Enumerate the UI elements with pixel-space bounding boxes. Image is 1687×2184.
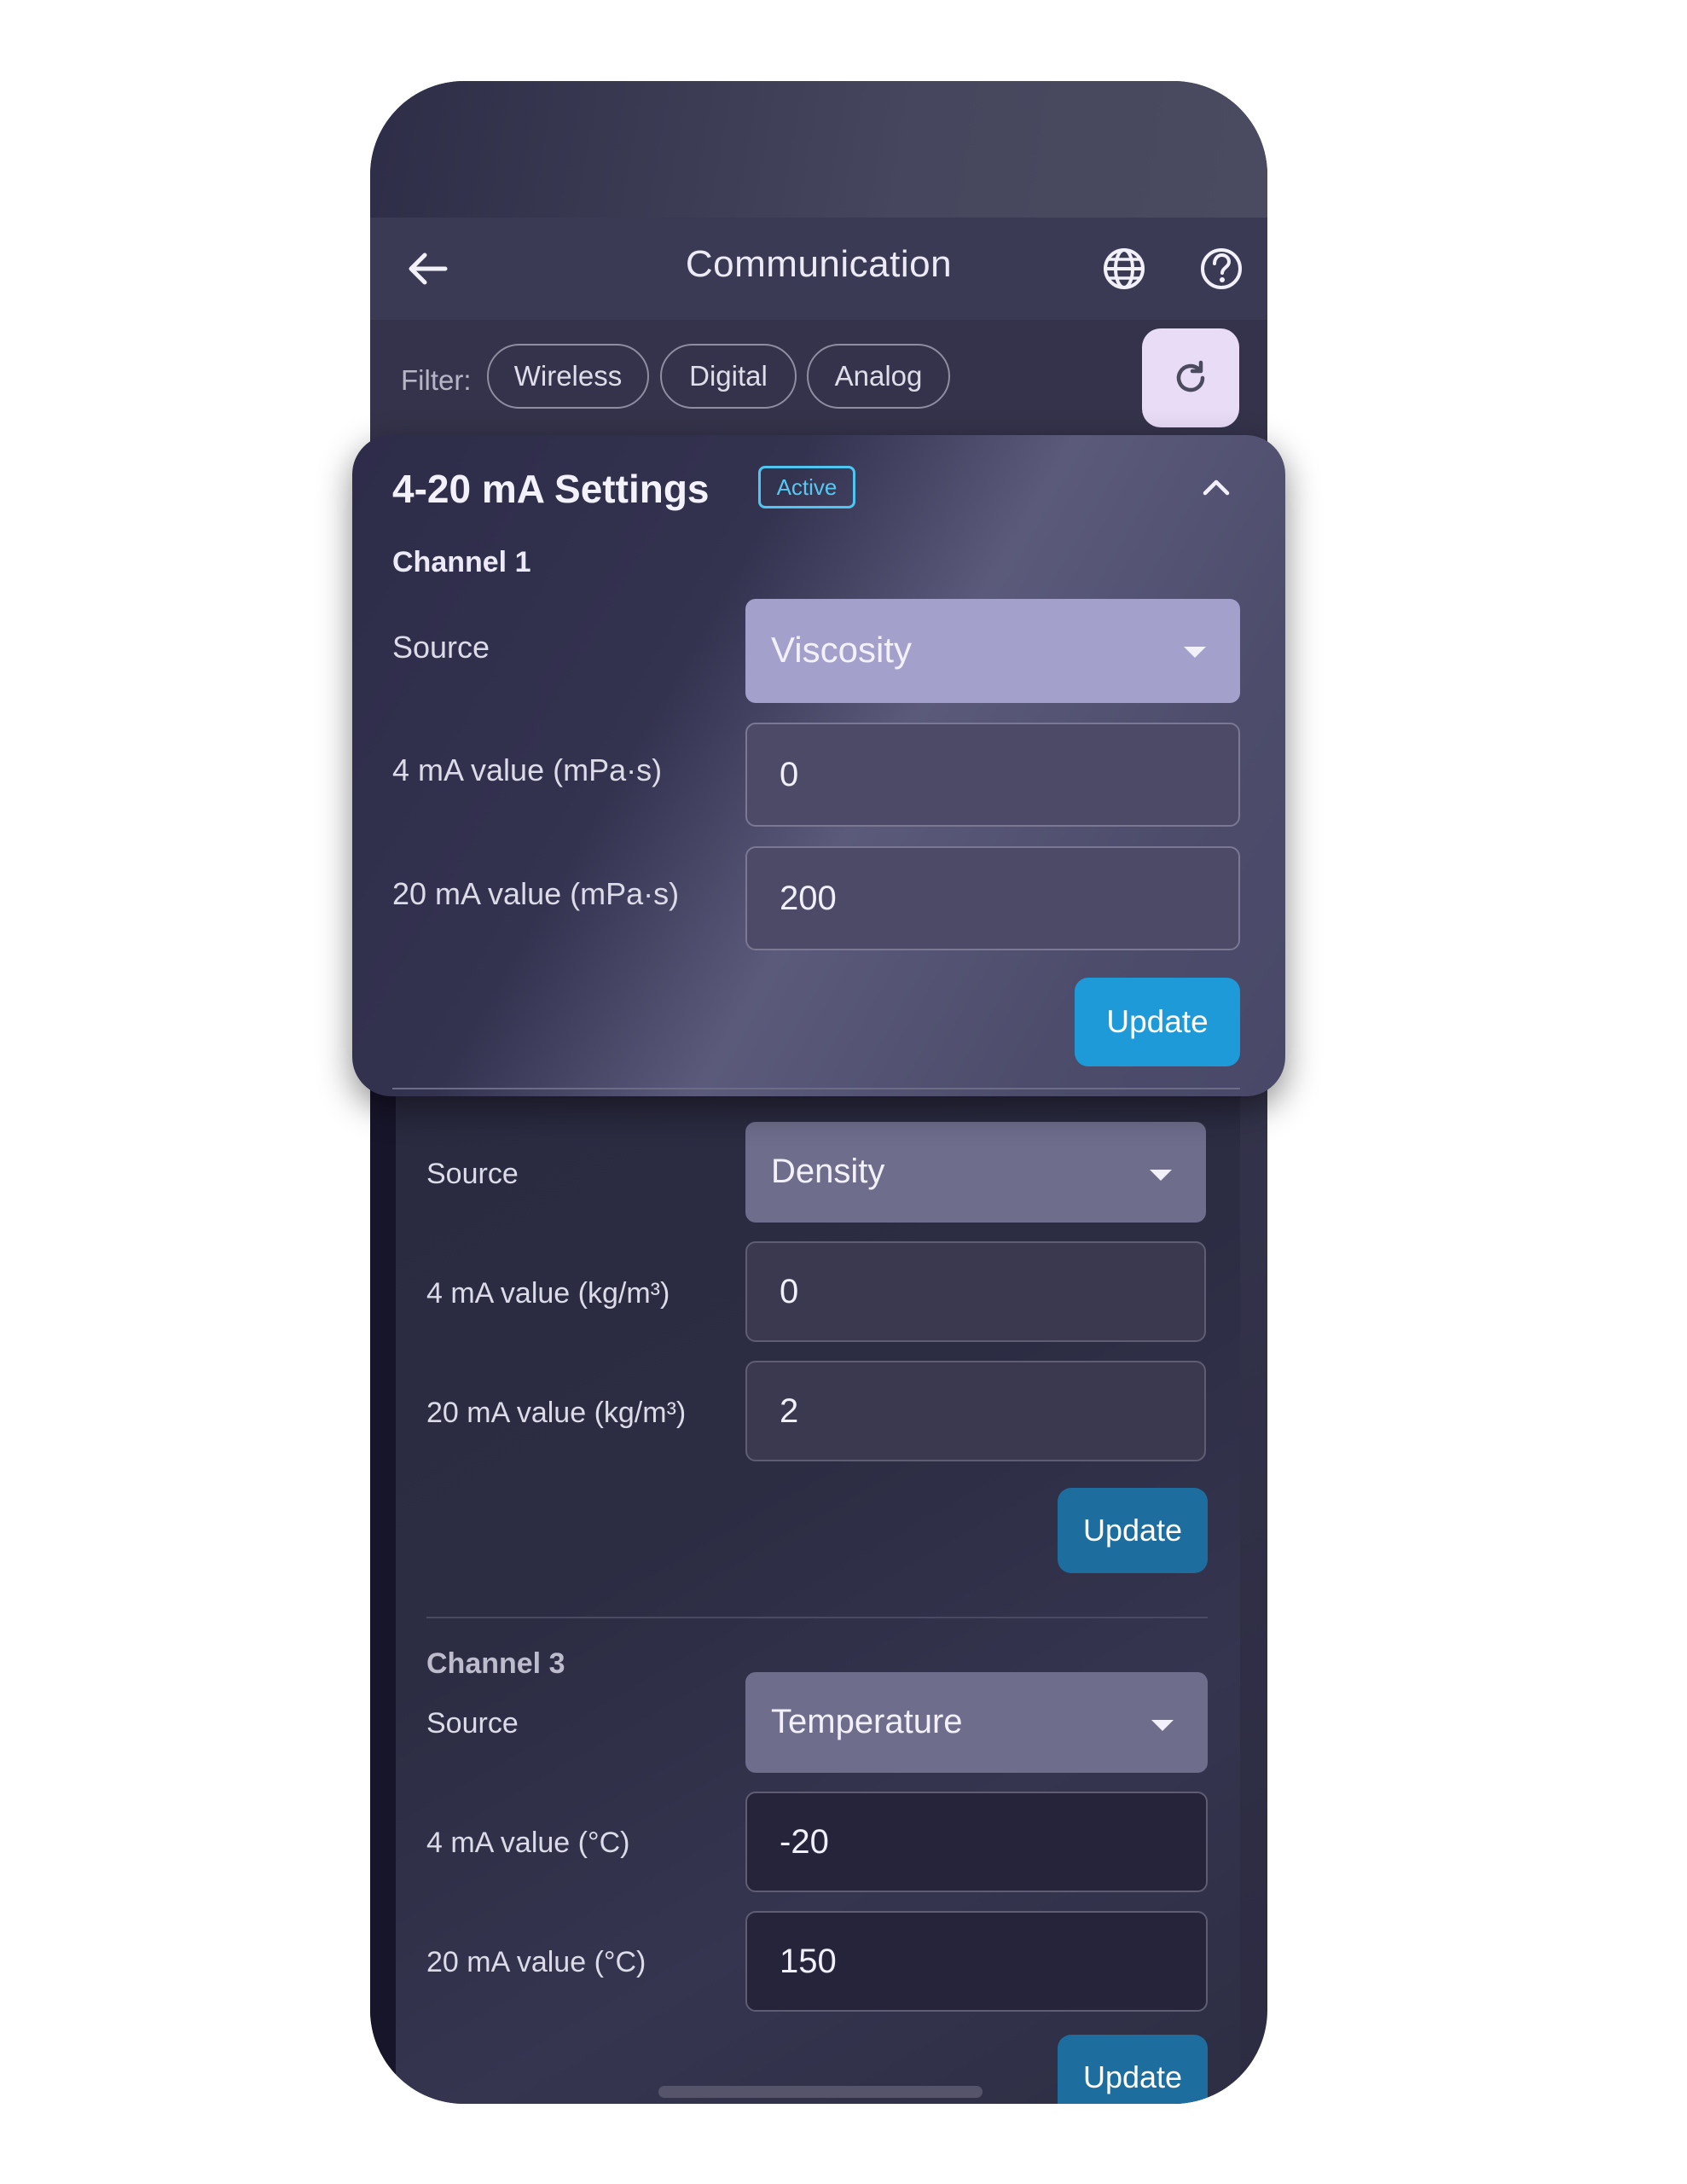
channel3-low-label: 4 mA value (°C)	[426, 1827, 630, 1859]
filter-chip-digital[interactable]: Digital	[660, 344, 797, 409]
refresh-button[interactable]	[1142, 328, 1239, 427]
status-badge: Active	[758, 466, 855, 508]
channel2-low-field[interactable]	[745, 1241, 1206, 1342]
channel2-source-dropdown[interactable]: Density	[745, 1122, 1206, 1223]
refresh-icon	[1176, 360, 1205, 392]
channel2-high-input[interactable]	[747, 1362, 1204, 1460]
caret-down-icon	[1151, 1720, 1174, 1731]
channel1-source-value: Viscosity	[771, 630, 912, 670]
channel2-update-button[interactable]: Update	[1058, 1488, 1208, 1573]
channel-list: Source Density 4 mA value (kg/m³) 20 mA …	[396, 1088, 1240, 2104]
channel1-high-label: 20 mA value (mPa·s)	[392, 876, 680, 911]
channel2-low-label: 4 mA value (kg/m³)	[426, 1277, 670, 1310]
channel1-low-input[interactable]	[747, 724, 1238, 825]
filter-chip-wireless[interactable]: Wireless	[487, 344, 649, 409]
channel3-low-input[interactable]	[747, 1793, 1206, 1891]
channel3-source-label: Source	[426, 1707, 519, 1740]
home-indicator	[658, 2086, 983, 2098]
channel2-source-label: Source	[426, 1158, 519, 1190]
channel2-high-label: 20 mA value (kg/m³)	[426, 1397, 687, 1429]
channel1-high-input[interactable]	[747, 848, 1238, 949]
card-title: 4-20 mA Settings	[392, 467, 710, 511]
channel3-source-dropdown[interactable]: Temperature	[745, 1672, 1208, 1773]
card-divider	[392, 1088, 1240, 1089]
caret-down-icon	[1184, 647, 1206, 658]
channel1-update-button[interactable]: Update	[1075, 978, 1240, 1066]
list-edge	[370, 1088, 396, 2104]
channel1-source-label: Source	[392, 630, 490, 665]
filter-label: Filter:	[401, 364, 472, 396]
channel3-high-label: 20 mA value (°C)	[426, 1946, 646, 1978]
channel3-label: Channel 3	[426, 1647, 565, 1680]
channel3-update-button[interactable]: Update	[1058, 2035, 1208, 2104]
filter-bar: Filter: Wireless Digital Analog	[370, 320, 1267, 439]
filter-chip-analog[interactable]: Analog	[807, 344, 950, 409]
globe-icon[interactable]	[1097, 241, 1151, 296]
settings-card: 4-20 mA Settings Active Channel 1 Source…	[352, 435, 1285, 1096]
channel1-source-dropdown[interactable]: Viscosity	[745, 599, 1240, 703]
channel1-low-label: 4 mA value (mPa·s)	[392, 752, 663, 787]
channel1-high-field[interactable]	[745, 846, 1240, 950]
channel2-high-field[interactable]	[745, 1361, 1206, 1461]
app-bar: Communication	[370, 218, 1267, 320]
caret-down-icon	[1150, 1170, 1172, 1181]
status-bar-area	[370, 81, 1267, 218]
channel3-high-field[interactable]	[745, 1911, 1208, 2012]
channel3-high-input[interactable]	[747, 1913, 1206, 2010]
channel2-source-value: Density	[771, 1153, 885, 1190]
channel1-label: Channel 1	[392, 546, 531, 578]
channel2-low-input[interactable]	[747, 1243, 1204, 1340]
channel3-low-field[interactable]	[745, 1792, 1208, 1892]
help-circle-icon[interactable]	[1194, 241, 1249, 296]
channel3-source-value: Temperature	[771, 1703, 963, 1740]
channel1-low-field[interactable]	[745, 723, 1240, 827]
channel-divider	[426, 1617, 1208, 1618]
chevron-up-icon[interactable]	[1197, 468, 1236, 507]
